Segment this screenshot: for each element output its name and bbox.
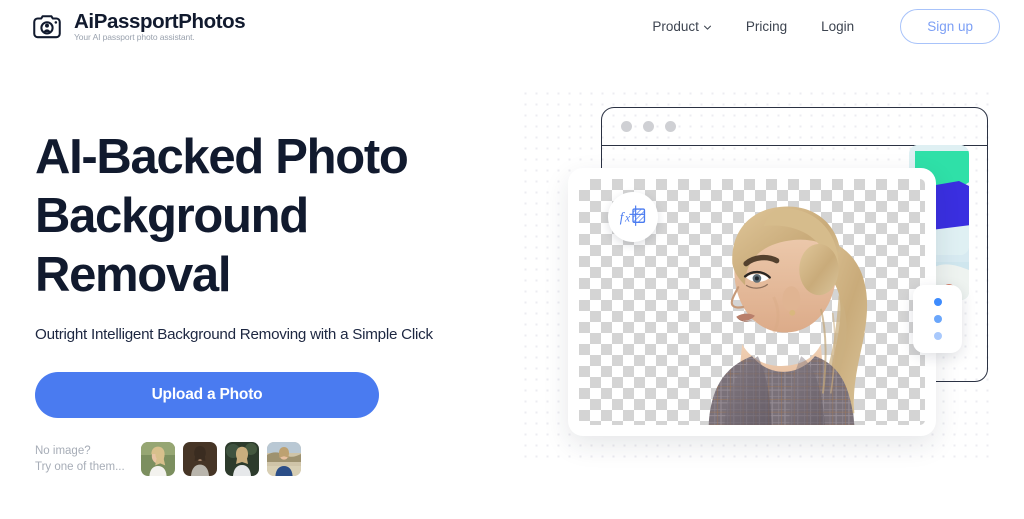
nav-item-product-label: Product xyxy=(652,19,699,34)
browser-dot-3 xyxy=(665,121,676,132)
sample-images-label: No image? Try one of them... xyxy=(35,443,133,476)
site-header: AiPassportPhotos Your AI passport photo … xyxy=(0,0,1024,53)
signup-button[interactable]: Sign up xyxy=(900,9,1000,44)
main-navigation: Product Pricing Login Sign up xyxy=(652,9,1000,44)
page-title: AI-Backed Photo Background Removal xyxy=(35,130,409,302)
svg-text:x: x xyxy=(624,212,630,224)
nav-item-pricing[interactable]: Pricing xyxy=(746,19,787,34)
sample-thumbnail-4[interactable] xyxy=(267,442,301,477)
sample-images-label-line2: Try one of them... xyxy=(35,461,125,474)
camera-icon xyxy=(30,10,64,44)
hero-subheading: Outright Intelligent Background Removing… xyxy=(35,326,433,344)
upload-photo-button[interactable]: Upload a Photo xyxy=(35,372,379,419)
nav-item-login[interactable]: Login xyxy=(821,19,854,34)
chevron-down-icon xyxy=(703,23,712,32)
browser-title-bar xyxy=(602,108,987,146)
sample-thumbnail-2[interactable] xyxy=(183,442,217,477)
fx-formula-icon: f x xyxy=(608,192,658,242)
brand-name: AiPassportPhotos xyxy=(74,9,246,33)
three-dots-menu-card[interactable] xyxy=(913,285,962,353)
sample-images-row: No image? Try one of them... xyxy=(35,442,515,477)
sample-thumbnail-1[interactable] xyxy=(141,442,175,477)
three-dots-vertical-icon-dot-1 xyxy=(933,298,942,306)
hero-text-block: AI-Backed Photo Background Removal Outri… xyxy=(35,128,515,477)
three-dots-vertical-icon-dot-2 xyxy=(933,315,942,323)
brand-logo[interactable]: AiPassportPhotos Your AI passport photo … xyxy=(30,9,246,44)
brand-tagline: Your AI passport photo assistant. xyxy=(74,32,195,43)
browser-dot-1 xyxy=(621,121,632,132)
portrait-image xyxy=(708,206,868,425)
sample-images-label-line1: No image? xyxy=(35,444,91,457)
sample-thumbnail-3[interactable] xyxy=(225,442,259,477)
browser-dot-2 xyxy=(643,121,654,132)
three-dots-vertical-icon-dot-3 xyxy=(933,332,942,340)
nav-item-product[interactable]: Product xyxy=(652,19,712,34)
hero-illustration: f x xyxy=(520,88,1024,488)
